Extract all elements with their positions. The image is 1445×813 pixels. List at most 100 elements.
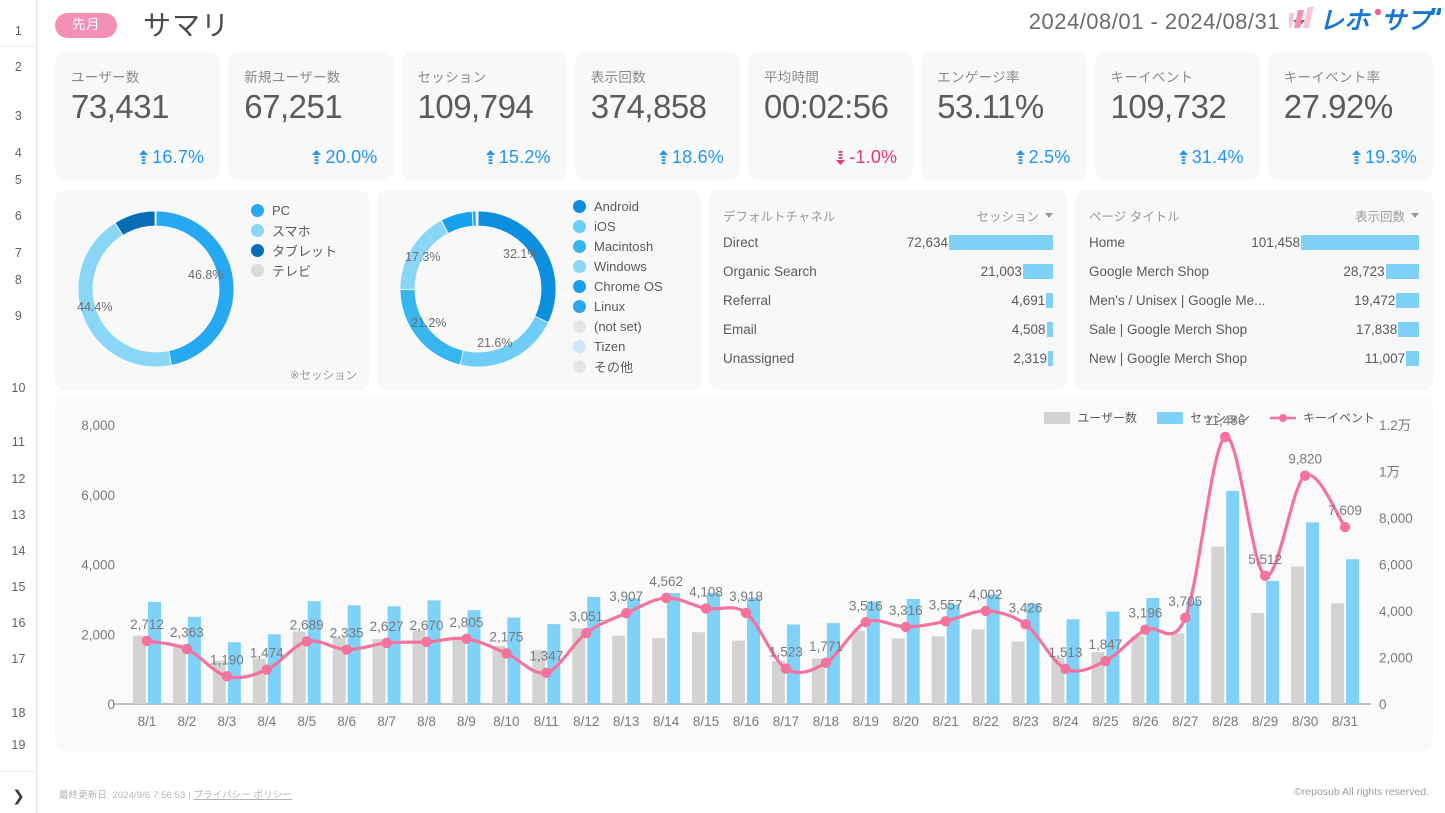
period-badge[interactable]: 先月 bbox=[55, 13, 117, 38]
page-metric-header[interactable]: 表示回数 bbox=[1355, 206, 1419, 225]
line-point[interactable] bbox=[781, 663, 791, 673]
table-row[interactable]: Referral4,691 bbox=[723, 286, 1053, 314]
line-point[interactable] bbox=[1140, 624, 1150, 634]
line-point[interactable] bbox=[501, 648, 511, 658]
line-point[interactable] bbox=[741, 608, 751, 618]
donut-slice[interactable] bbox=[78, 223, 172, 367]
legend-item[interactable]: Android bbox=[573, 196, 663, 216]
line-point[interactable] bbox=[821, 658, 831, 668]
bar-sessions[interactable] bbox=[428, 600, 441, 704]
bar-sessions[interactable] bbox=[867, 601, 880, 704]
line-point[interactable] bbox=[1300, 470, 1310, 480]
privacy-policy-link[interactable]: プライバシー ポリシー bbox=[193, 790, 292, 801]
line-point[interactable] bbox=[142, 636, 152, 646]
bar-users[interactable] bbox=[373, 639, 386, 704]
legend-item[interactable]: Chrome OS bbox=[573, 276, 663, 296]
line-point[interactable] bbox=[1180, 613, 1190, 623]
donut-slice[interactable] bbox=[155, 211, 156, 226]
bar-sessions[interactable] bbox=[1266, 581, 1279, 704]
sort-descending-icon[interactable] bbox=[1045, 213, 1053, 218]
bar-users[interactable] bbox=[452, 637, 465, 704]
bar-sessions[interactable] bbox=[1346, 559, 1359, 704]
bar-sessions[interactable] bbox=[667, 593, 680, 704]
line-point[interactable] bbox=[980, 606, 990, 616]
table-row[interactable]: Organic Search21,003 bbox=[723, 257, 1053, 285]
table-row[interactable]: Men's / Unisex | Google Me...19,472 bbox=[1089, 286, 1419, 314]
line-point[interactable] bbox=[581, 628, 591, 638]
legend-item[interactable]: (not set) bbox=[573, 316, 663, 336]
legend-item[interactable]: テレビ bbox=[251, 260, 337, 280]
donut-slice[interactable] bbox=[476, 211, 478, 226]
line-point[interactable] bbox=[421, 637, 431, 647]
bar-users[interactable] bbox=[892, 638, 905, 704]
date-range-label[interactable]: 2024/08/01 - 2024/08/31 bbox=[1029, 9, 1280, 35]
legend-item[interactable]: PC bbox=[251, 200, 337, 220]
table-row[interactable]: Direct72,634 bbox=[723, 228, 1053, 256]
line-point[interactable] bbox=[861, 617, 871, 627]
bar-users[interactable] bbox=[612, 636, 625, 704]
kpi-card[interactable]: 新規ユーザー数67,25120.0% bbox=[228, 52, 393, 180]
bar-sessions[interactable] bbox=[1306, 522, 1319, 704]
kpi-card[interactable]: 平均時間00:02:56-1.0% bbox=[748, 52, 913, 180]
bar-users[interactable] bbox=[932, 636, 945, 704]
expand-panel-icon[interactable]: ❯ bbox=[0, 787, 37, 805]
kpi-card[interactable]: セッション109,79415.2% bbox=[402, 52, 567, 180]
bar-users[interactable] bbox=[1171, 633, 1184, 704]
legend-item[interactable]: Tizen bbox=[573, 336, 663, 356]
donut-slice[interactable] bbox=[156, 211, 234, 365]
kpi-card[interactable]: ユーザー数73,43116.7% bbox=[55, 52, 220, 180]
legend-item[interactable]: その他 bbox=[573, 356, 663, 376]
bar-users[interactable] bbox=[1131, 636, 1144, 704]
line-point[interactable] bbox=[381, 638, 391, 648]
line-point[interactable] bbox=[541, 667, 551, 677]
line-point[interactable] bbox=[901, 622, 911, 632]
legend-item[interactable]: タブレット bbox=[251, 240, 337, 260]
bar-users[interactable] bbox=[1251, 613, 1264, 704]
bar-users[interactable] bbox=[133, 636, 146, 704]
table-row[interactable]: Unassigned2,319 bbox=[723, 344, 1053, 372]
line-point[interactable] bbox=[661, 593, 671, 603]
table-row[interactable]: Google Merch Shop28,723 bbox=[1089, 257, 1419, 285]
bar-users[interactable] bbox=[1331, 603, 1344, 704]
legend-item[interactable]: Linux bbox=[573, 296, 663, 316]
donut-slice[interactable] bbox=[478, 211, 556, 323]
legend-item[interactable]: スマホ bbox=[251, 220, 337, 240]
line-point[interactable] bbox=[302, 636, 312, 646]
table-row[interactable]: Email4,508 bbox=[723, 315, 1053, 343]
bar-sessions[interactable] bbox=[1066, 619, 1079, 704]
bar-users[interactable] bbox=[692, 632, 705, 704]
bar-sessions[interactable] bbox=[1226, 491, 1239, 704]
sort-descending-icon[interactable] bbox=[1411, 213, 1419, 218]
donut-slice[interactable] bbox=[115, 211, 155, 235]
kpi-card[interactable]: エンゲージ率53.11%2.5% bbox=[921, 52, 1086, 180]
bar-users[interactable] bbox=[972, 629, 985, 704]
line-point[interactable] bbox=[1220, 432, 1230, 442]
line-point[interactable] bbox=[621, 608, 631, 618]
line-point[interactable] bbox=[182, 644, 192, 654]
line-point[interactable] bbox=[940, 616, 950, 626]
page-dimension-header[interactable]: ページ タイトル bbox=[1089, 206, 1180, 225]
line-point[interactable] bbox=[461, 634, 471, 644]
channel-dimension-header[interactable]: デフォルトチャネル bbox=[723, 206, 835, 225]
bar-users[interactable] bbox=[732, 641, 745, 704]
bar-users[interactable] bbox=[1012, 642, 1025, 704]
table-row[interactable]: New | Google Merch Shop11,007 bbox=[1089, 344, 1419, 372]
kpi-card[interactable]: キーイベント率27.92%19.3% bbox=[1268, 52, 1433, 180]
table-row[interactable]: Sale | Google Merch Shop17,838 bbox=[1089, 315, 1419, 343]
line-point[interactable] bbox=[1060, 664, 1070, 674]
legend-item[interactable]: iOS bbox=[573, 216, 663, 236]
line-point[interactable] bbox=[222, 671, 232, 681]
line-point[interactable] bbox=[1340, 522, 1350, 532]
line-point[interactable] bbox=[262, 665, 272, 675]
line-point[interactable] bbox=[1100, 656, 1110, 666]
bar-sessions[interactable] bbox=[787, 624, 800, 704]
line-point[interactable] bbox=[1260, 571, 1270, 581]
legend-item[interactable]: Macintosh bbox=[573, 236, 663, 256]
line-point[interactable] bbox=[1020, 619, 1030, 629]
channel-metric-header[interactable]: セッション bbox=[976, 206, 1053, 225]
legend-item[interactable]: Windows bbox=[573, 256, 663, 276]
bar-users[interactable] bbox=[652, 638, 665, 704]
bar-sessions[interactable] bbox=[1027, 604, 1040, 704]
bar-users[interactable] bbox=[1291, 567, 1304, 704]
bar-users[interactable] bbox=[852, 631, 865, 704]
